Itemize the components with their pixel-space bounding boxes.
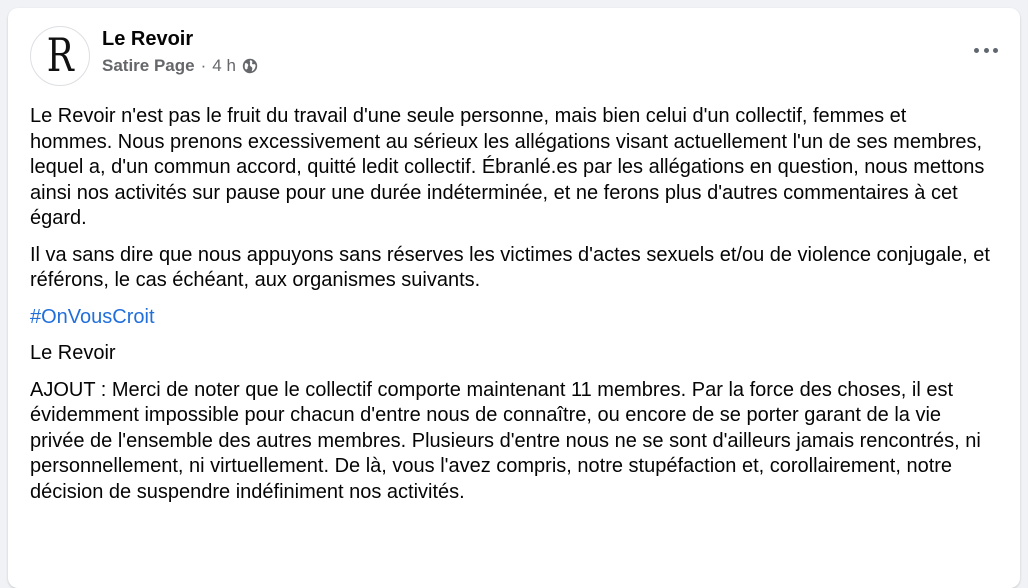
- page-name-link[interactable]: Le Revoir: [102, 28, 193, 51]
- globe-icon: [242, 58, 258, 74]
- more-options-button[interactable]: [974, 40, 998, 60]
- post-card: R Le Revoir Satire Page · 4 h Le Revoir …: [8, 8, 1020, 588]
- more-dot-icon: [974, 47, 979, 53]
- page-type-label: Satire Page: [102, 56, 195, 75]
- post-header: R Le Revoir Satire Page · 4 h: [8, 8, 1020, 98]
- post-paragraph: Le Revoir n'est pas le fruit du travail …: [30, 105, 985, 229]
- post-signature: Le Revoir: [30, 342, 116, 364]
- avatar-logo-letter: R: [46, 28, 74, 82]
- post-timestamp[interactable]: 4 h: [212, 56, 236, 76]
- page-avatar[interactable]: R: [30, 26, 90, 86]
- meta-separator: ·: [200, 56, 207, 75]
- hashtag-link[interactable]: #OnVousCroit: [30, 306, 155, 328]
- post-body: Le Revoir n'est pas le fruit du travail …: [30, 104, 990, 516]
- post-meta: Satire Page · 4 h: [102, 56, 258, 76]
- more-dot-icon: [983, 47, 989, 53]
- post-paragraph: Il va sans dire que nous appuyons sans r…: [30, 243, 990, 292]
- post-addendum: AJOUT : Merci de noter que le collectif …: [30, 378, 981, 503]
- hashtag-paragraph: #OnVousCroit: [30, 305, 990, 331]
- more-dot-icon: [993, 47, 998, 53]
